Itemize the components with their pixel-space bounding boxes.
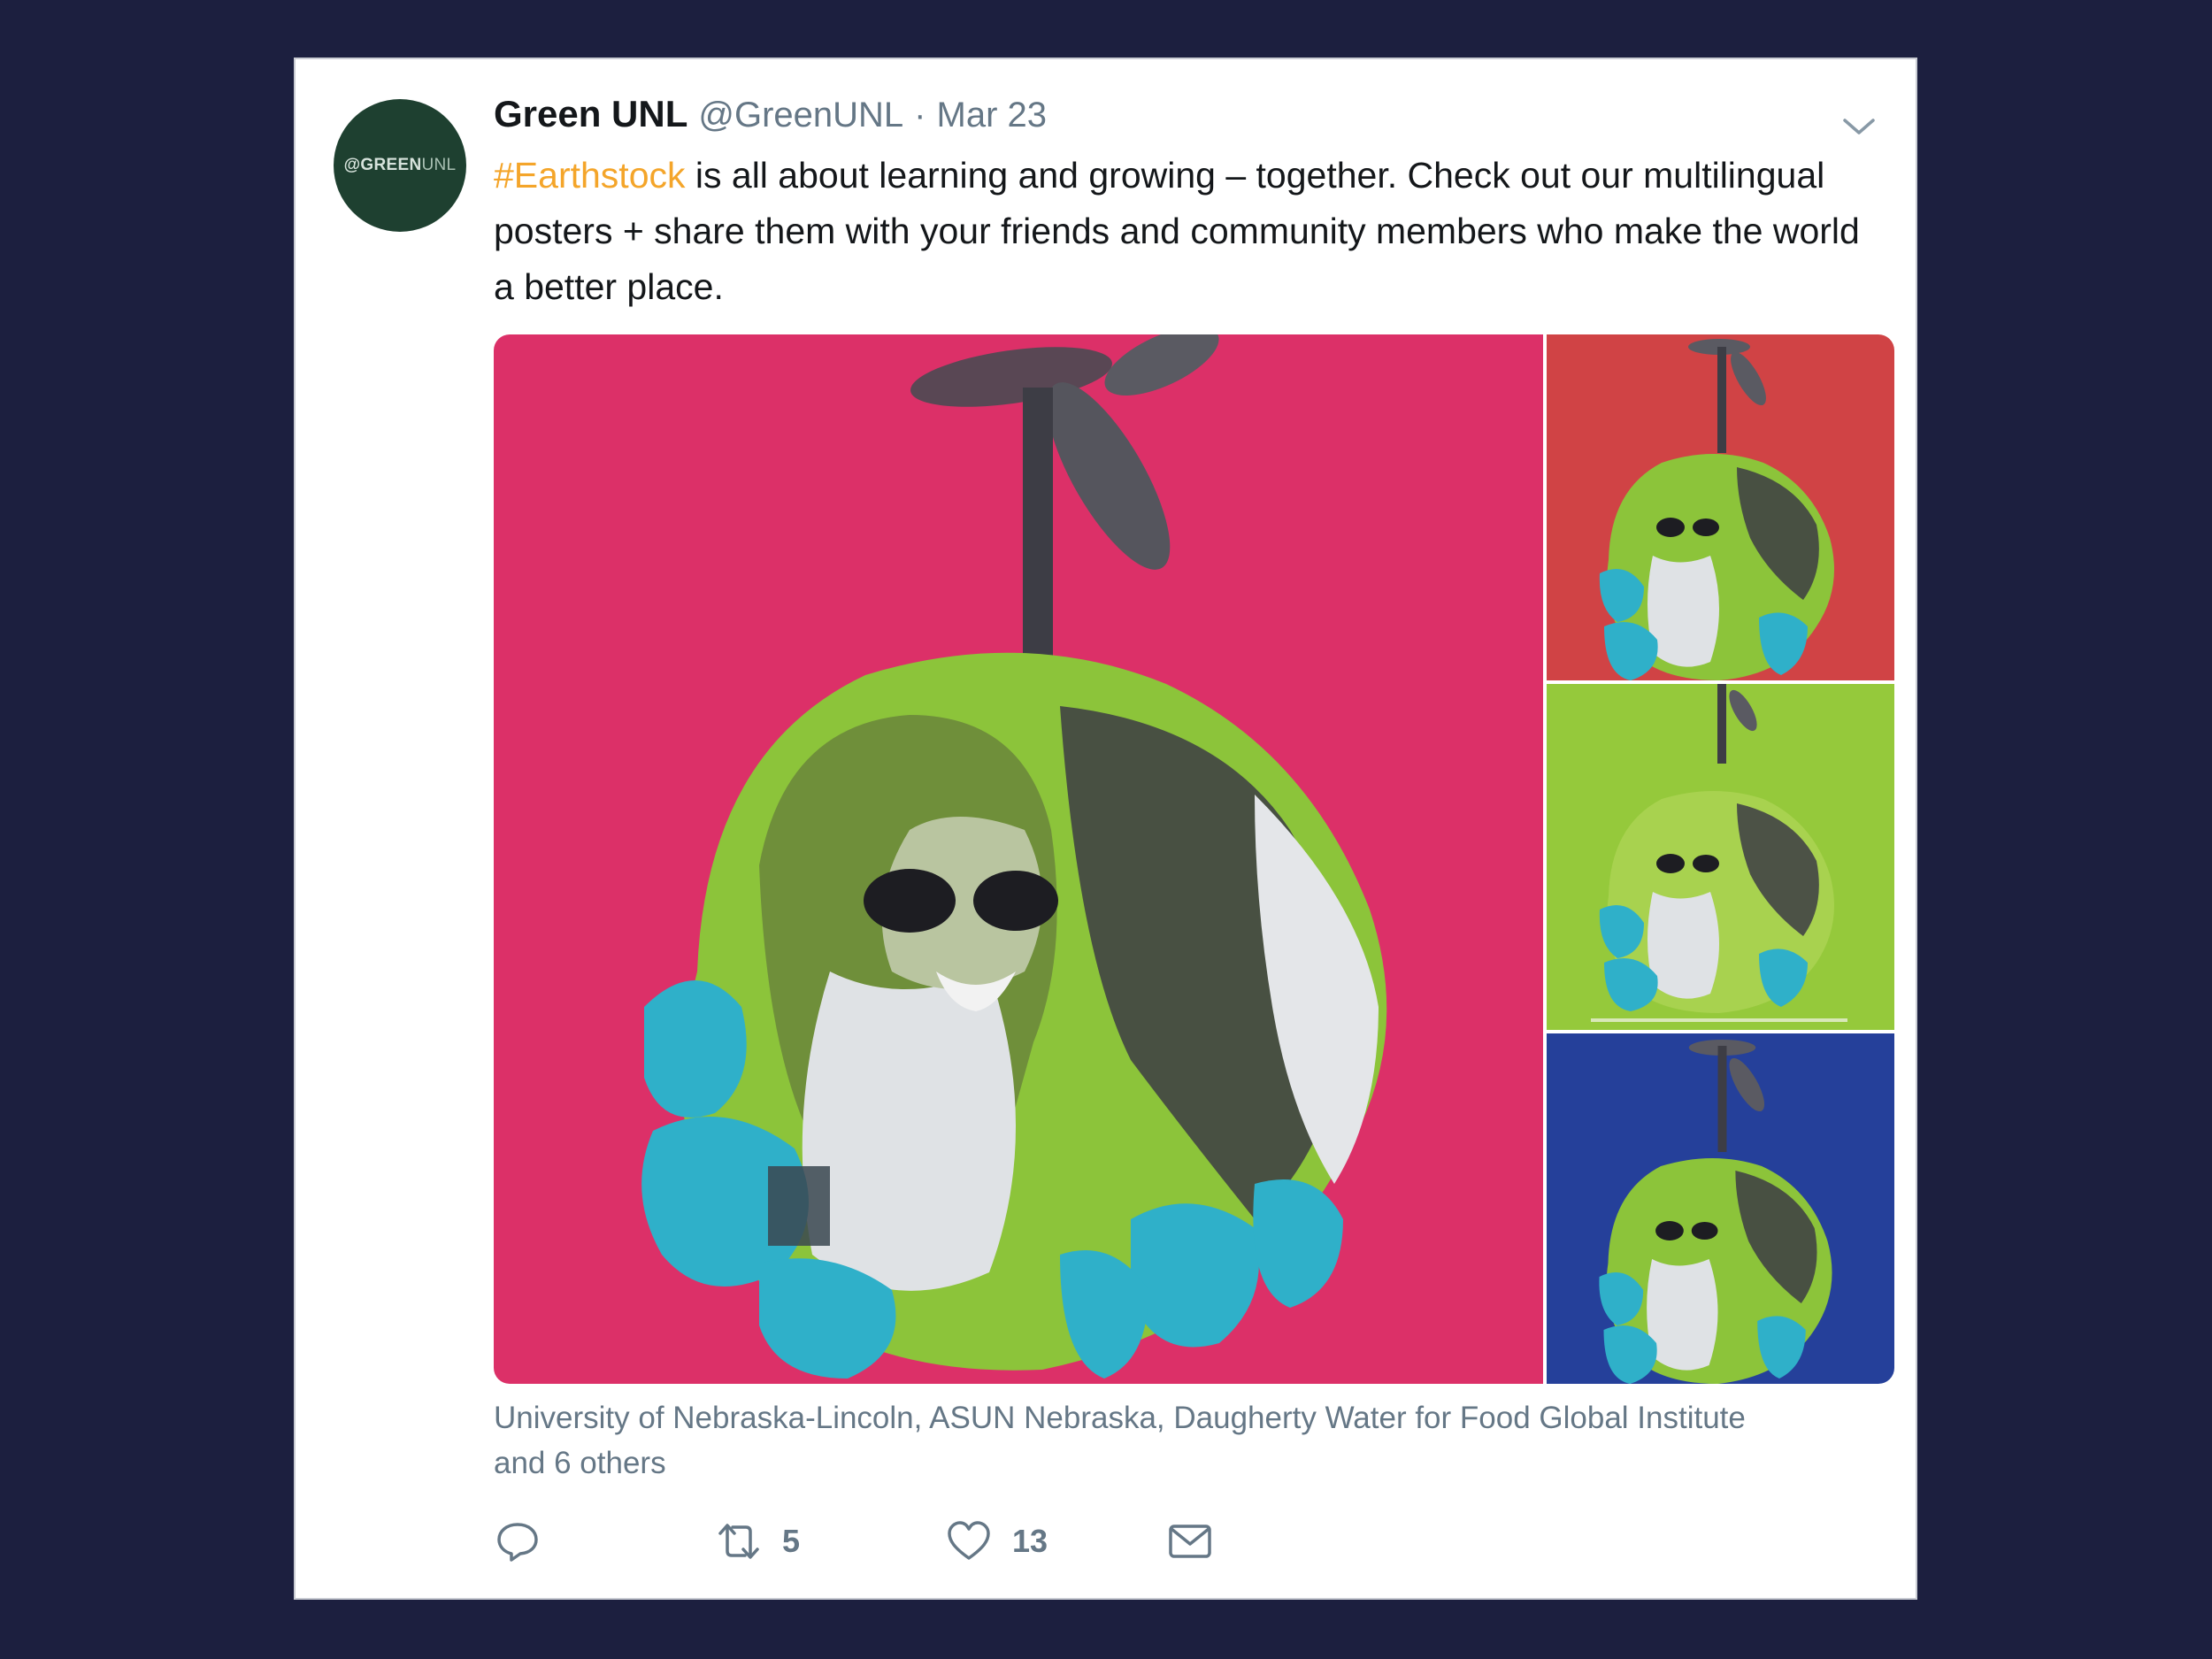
user-handle[interactable]: @GreenUNL [698,96,903,135]
retweet-icon [718,1524,759,1559]
tagged-users[interactable]: University of Nebraska-Lincoln, ASUN Neb… [494,1395,1874,1486]
tweet-date[interactable]: Mar 23 [937,96,1048,135]
avatar[interactable]: @GREENUNL [334,99,466,232]
like-count: 13 [1012,1523,1048,1559]
tagged-line-1: University of Nebraska-Lincoln, ASUN Neb… [494,1401,1746,1435]
separator-dot: · [914,96,926,134]
direct-message-button[interactable] [1166,1510,1214,1572]
like-icon [948,1521,990,1560]
reply-button[interactable] [494,1510,541,1572]
retweet-count: 5 [782,1523,801,1559]
like-button[interactable]: 13 [945,1510,1048,1572]
tweet-body: is all about learning and growing – toge… [494,155,1860,307]
reply-icon [497,1523,538,1562]
green-poster-image[interactable] [1547,684,1894,1030]
blue-poster-image[interactable] [1547,1033,1894,1384]
avatar-text: @GREENUNL [343,156,457,174]
tweet-card: @GREENUNL Green UNL @GreenUNL · Mar 23 #… [294,58,1917,1600]
retweet-button[interactable]: 5 [715,1510,800,1572]
pink-poster-image[interactable] [494,334,1543,1384]
media-grid [494,334,1894,1384]
message-icon [1169,1525,1211,1558]
chevron-down-icon[interactable] [1838,105,1880,148]
display-name[interactable]: Green UNL [494,93,687,135]
red-poster-image[interactable] [1547,334,1894,680]
tweet-header: Green UNL @GreenUNL · Mar 23 [494,93,1047,155]
tagged-line-2: and 6 others [494,1446,666,1480]
hashtag-link[interactable]: #Earthstock [494,155,686,196]
tweet-actions: 5 13 [494,1510,1379,1572]
tweet-text: #Earthstock is all about learning and gr… [494,148,1874,315]
